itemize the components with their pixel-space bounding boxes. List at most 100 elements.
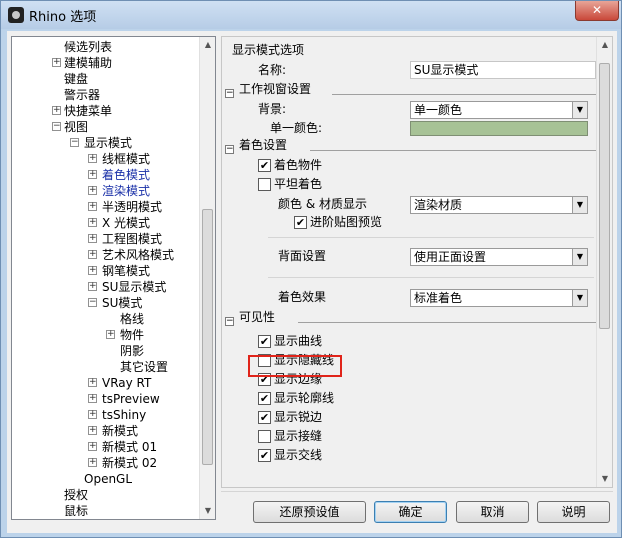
visibility-checkbox[interactable] [258, 411, 271, 424]
tree-item[interactable]: + 工程图模式 [12, 231, 198, 247]
dropdown-arrow-icon: ▼ [572, 290, 587, 306]
tree-item[interactable]: 键盘 [12, 71, 198, 87]
cancel-button[interactable]: 取消 [456, 501, 529, 523]
visibility-label: 显示曲线 [274, 334, 323, 348]
options-scrollbar[interactable]: ▲ ▼ [596, 37, 612, 487]
tree-item[interactable]: − 显示模式 [12, 135, 198, 151]
flat-shading-label: 平坦着色 [274, 177, 323, 191]
expand-plus-icon[interactable]: + [52, 58, 61, 67]
expand-plus-icon[interactable]: + [88, 266, 97, 275]
tree-item[interactable]: + 新模式 01 [12, 439, 198, 455]
tree-item[interactable]: 授权 [12, 487, 198, 503]
collapse-minus-icon[interactable]: − [70, 138, 79, 147]
advanced-texture-checkbox[interactable] [294, 216, 307, 229]
tree-item[interactable]: OpenGL [12, 471, 198, 487]
shading-effect-label: 着色效果 [278, 290, 327, 304]
background-dropdown[interactable]: 单一颜色 ▼ [410, 101, 588, 119]
tree-item[interactable]: + 钢笔模式 [12, 263, 198, 279]
expand-plus-icon[interactable]: + [88, 442, 97, 451]
tree-item[interactable]: + 渲染模式 [12, 183, 198, 199]
expand-plus-icon[interactable]: + [88, 202, 97, 211]
tree-item[interactable]: + 物件 [12, 327, 198, 343]
expand-plus-icon[interactable]: + [88, 378, 97, 387]
dropdown-arrow-icon: ▼ [572, 197, 587, 213]
scroll-up-arrow-icon[interactable]: ▲ [597, 37, 612, 53]
tree-item[interactable]: + tsShiny [12, 407, 198, 423]
title-bar[interactable]: Rhino 选项 ✕ [1, 1, 621, 29]
solid-color-swatch[interactable] [410, 121, 588, 136]
tree-item[interactable]: + SU显示模式 [12, 279, 198, 295]
visibility-checkbox[interactable] [258, 430, 271, 443]
ok-button[interactable]: 确定 [374, 501, 447, 523]
tree-item[interactable]: + VRay RT [12, 375, 198, 391]
tree-item[interactable]: + 快捷菜单 [12, 103, 198, 119]
tree-item[interactable]: + 新模式 02 [12, 455, 198, 471]
scroll-down-arrow-icon[interactable]: ▼ [597, 471, 612, 487]
tree-item-label: 物件 [120, 328, 145, 342]
shade-objects-checkbox[interactable] [258, 159, 271, 172]
background-value: 单一颜色 [414, 103, 463, 117]
visibility-checkbox[interactable] [258, 335, 271, 348]
tree-item[interactable]: 阴影 [12, 343, 198, 359]
dropdown-arrow-icon: ▼ [572, 102, 587, 118]
expand-plus-icon[interactable]: + [88, 410, 97, 419]
visibility-collapse-icon[interactable]: − [225, 317, 234, 326]
tree-item[interactable]: + 着色模式 [12, 167, 198, 183]
visibility-checkbox[interactable] [258, 392, 271, 405]
expand-plus-icon[interactable]: + [88, 154, 97, 163]
tree-item[interactable]: − 视图 [12, 119, 198, 135]
tree-item[interactable]: 候选列表 [12, 39, 198, 55]
tree-item-label: 着色模式 [102, 168, 151, 182]
expand-plus-icon[interactable]: + [88, 218, 97, 227]
shading-effect-dropdown[interactable]: 标准着色 ▼ [410, 289, 588, 307]
scroll-down-arrow-icon[interactable]: ▼ [200, 503, 215, 519]
tree-item[interactable]: 格线 [12, 311, 198, 327]
expand-plus-icon[interactable]: + [52, 106, 61, 115]
flat-shading-checkbox[interactable] [258, 178, 271, 191]
tree-item-label: X 光模式 [102, 216, 151, 230]
tree-scroll-thumb[interactable] [202, 209, 213, 465]
expand-plus-icon[interactable]: + [88, 250, 97, 259]
tree-item[interactable]: + 建模辅助 [12, 55, 198, 71]
tree-item[interactable]: + tsPreview [12, 391, 198, 407]
tree-item-label: 工程图模式 [102, 232, 163, 246]
viewport-collapse-icon[interactable]: − [225, 89, 234, 98]
tree-item[interactable]: + 艺术风格模式 [12, 247, 198, 263]
collapse-minus-icon[interactable]: − [52, 122, 61, 131]
visibility-checkbox[interactable] [258, 449, 271, 462]
tree-item-label: 授权 [64, 488, 89, 502]
expand-plus-icon[interactable]: + [88, 234, 97, 243]
tree-item-label: 建模辅助 [64, 56, 113, 70]
tree-item[interactable]: 警示器 [12, 87, 198, 103]
separator [268, 237, 594, 238]
expand-plus-icon[interactable]: + [88, 282, 97, 291]
tree-item[interactable]: − SU模式 [12, 295, 198, 311]
expand-plus-icon[interactable]: + [88, 458, 97, 467]
color-material-dropdown[interactable]: 渲染材质 ▼ [410, 196, 588, 214]
backface-label: 背面设置 [278, 249, 327, 263]
scroll-up-arrow-icon[interactable]: ▲ [200, 37, 215, 53]
name-field[interactable]: SU显示模式 [410, 61, 596, 79]
collapse-minus-icon[interactable]: − [88, 298, 97, 307]
tree-item-label: 快捷菜单 [64, 104, 113, 118]
tree-scrollbar[interactable]: ▲ ▼ [199, 37, 215, 519]
backface-dropdown[interactable]: 使用正面设置 ▼ [410, 248, 588, 266]
tree-item[interactable]: 鼠标 [12, 503, 198, 519]
tree-item[interactable]: + 新模式 [12, 423, 198, 439]
tree-item[interactable]: + X 光模式 [12, 215, 198, 231]
restore-defaults-button[interactable]: 还原预设值 [253, 501, 366, 523]
close-button[interactable]: ✕ [575, 1, 619, 21]
shading-collapse-icon[interactable]: − [225, 145, 234, 154]
color-material-value: 渲染材质 [414, 198, 463, 212]
expand-plus-icon[interactable]: + [88, 394, 97, 403]
expand-plus-icon[interactable]: + [88, 426, 97, 435]
tree-item[interactable]: 其它设置 [12, 359, 198, 375]
help-button[interactable]: 说明 [537, 501, 610, 523]
tree-item[interactable]: + 线框模式 [12, 151, 198, 167]
options-scroll-thumb[interactable] [599, 63, 610, 329]
expand-plus-icon[interactable]: + [88, 170, 97, 179]
expand-plus-icon[interactable]: + [106, 330, 115, 339]
tree-item[interactable]: + 半透明模式 [12, 199, 198, 215]
expand-plus-icon[interactable]: + [88, 186, 97, 195]
backface-value: 使用正面设置 [414, 250, 487, 264]
